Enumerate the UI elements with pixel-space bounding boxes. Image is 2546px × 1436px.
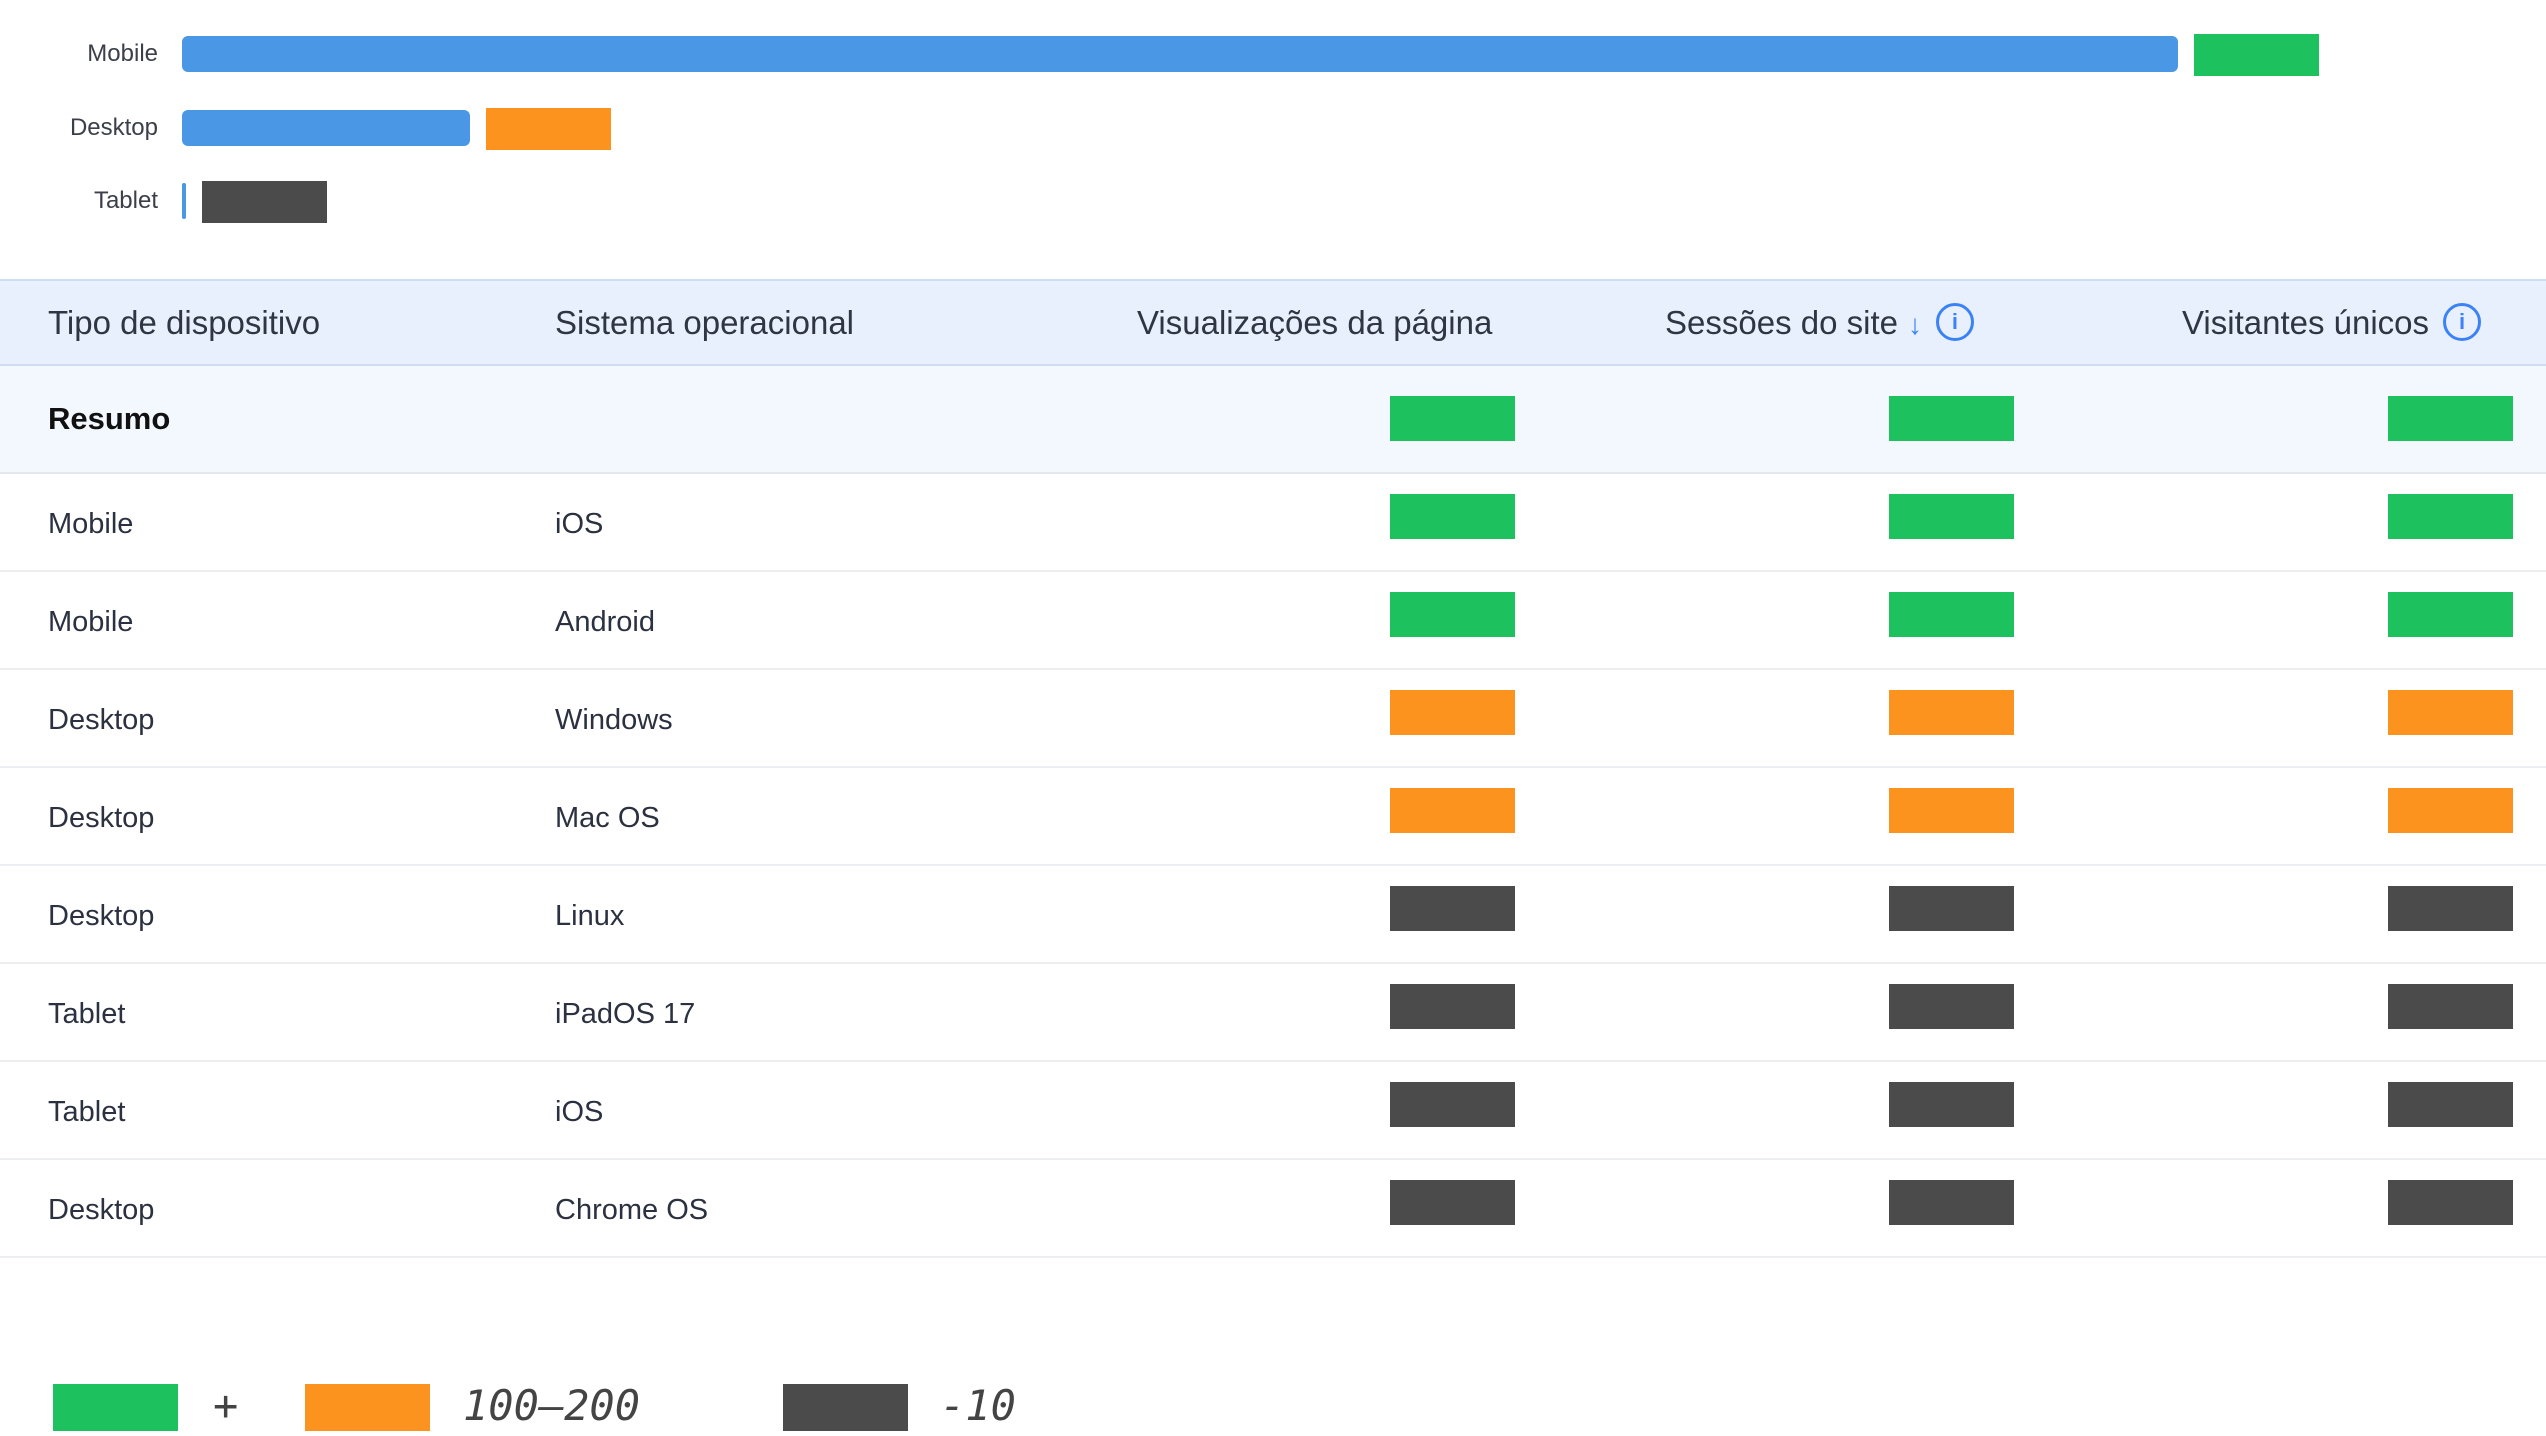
unique-visitors-indicator [2388,592,2513,637]
chart-bar[interactable] [182,183,186,219]
header-sessions[interactable]: Sessões do site ↓ i [1665,281,1974,366]
table-row[interactable]: Tablet iPadOS 17 [0,964,2546,1062]
sessions-indicator [1889,788,2014,833]
unique-visitors-indicator [2388,984,2513,1029]
header-device-type[interactable]: Tipo de dispositivo [48,281,320,364]
legend-label: + [213,1381,239,1430]
unique-visitors-indicator [2388,886,2513,931]
unique-visitors-indicator [2388,690,2513,735]
page-views-indicator [1390,788,1515,833]
chart-row-label: Tablet [93,187,158,214]
chart-bar[interactable] [182,110,470,146]
legend-label: 100–200 [463,1381,641,1430]
chart-row: Desktop [0,108,2546,150]
device-type-cell: Mobile [48,508,134,540]
legend-swatch [53,1384,178,1431]
table-row[interactable]: Desktop Windows [0,670,2546,768]
sessions-indicator [1889,1180,2014,1225]
header-unique-visitors-label: Visitantes únicos [2182,304,2430,341]
chart-row-label: Mobile [87,40,158,67]
os-cell: Linux [555,900,625,932]
device-type-cell: Tablet [48,1096,126,1128]
header-os[interactable]: Sistema operacional [555,281,854,364]
summary-page-views-indicator [1390,396,1515,441]
header-unique-visitors[interactable]: Visitantes únicos i [2182,281,2482,364]
legend-label: -10 [940,1381,1016,1430]
summary-unique-visitors-indicator [2388,396,2513,441]
unique-visitors-indicator [2388,788,2513,833]
device-type-cell: Desktop [48,1194,155,1226]
table-row[interactable]: Desktop Linux [0,866,2546,964]
summary-label: Resumo [48,401,171,436]
page-views-indicator [1390,984,1515,1029]
device-type-cell: Desktop [48,802,155,834]
page-views-indicator [1390,494,1515,539]
page-views-indicator [1390,690,1515,735]
sessions-indicator [1889,592,2014,637]
legend-swatch [783,1384,908,1431]
unique-visitors-indicator [2388,1180,2513,1225]
chart-value-indicator [2194,34,2319,76]
os-cell: Windows [555,704,673,736]
table-row[interactable]: Desktop Chrome OS [0,1160,2546,1258]
sessions-indicator [1889,494,2014,539]
sessions-indicator [1889,1082,2014,1127]
table-body: Mobile iOS Mobile Android Desktop Windows Desk… [0,474,2546,1258]
device-table: Tipo de dispositivo Sistema operacional … [0,279,2546,1258]
sessions-indicator [1889,984,2014,1029]
summary-row: Resumo [0,366,2546,474]
device-type-cell: Mobile [48,606,134,638]
unique-visitors-indicator [2388,494,2513,539]
os-cell: Chrome OS [555,1194,709,1226]
os-cell: Mac OS [555,802,660,834]
device-type-cell: Desktop [48,900,155,932]
info-icon[interactable]: i [1935,303,1974,342]
os-cell: iPadOS 17 [555,998,696,1030]
header-page-views[interactable]: Visualizações da página [1137,281,1492,364]
page-views-indicator [1390,592,1515,637]
table-row[interactable]: Mobile iOS [0,474,2546,572]
os-cell: iOS [555,1096,604,1128]
os-cell: iOS [555,508,604,540]
sort-down-icon[interactable]: ↓ [1908,309,1922,340]
chart-row: Tablet [0,181,2546,223]
unique-visitors-indicator [2388,1082,2513,1127]
sessions-indicator [1889,886,2014,931]
table-row[interactable]: Desktop Mac OS [0,768,2546,866]
page-views-indicator [1390,886,1515,931]
sessions-indicator [1889,690,2014,735]
device-type-cell: Desktop [48,704,155,736]
device-type-cell: Tablet [48,998,126,1030]
chart-bar[interactable] [182,36,2178,72]
table-row[interactable]: Tablet iOS [0,1062,2546,1160]
chart-value-indicator [486,108,611,150]
chart-row: Mobile [0,34,2546,76]
table-row[interactable]: Mobile Android [0,572,2546,670]
page-views-indicator [1390,1180,1515,1225]
chart-row-label: Desktop [69,114,158,141]
info-icon[interactable]: i [2443,303,2482,342]
chart-value-indicator [202,181,327,223]
os-cell: Android [555,606,655,638]
legend-swatch [305,1384,430,1431]
page-views-indicator [1390,1082,1515,1127]
header-sessions-label: Sessões do site [1665,304,1898,341]
device-bar-chart: Mobile Desktop Tablet [0,0,2546,230]
legend: +100–200 -10 [0,1376,2546,1436]
table-header: Tipo de dispositivo Sistema operacional … [0,279,2546,366]
summary-sessions-indicator [1889,396,2014,441]
